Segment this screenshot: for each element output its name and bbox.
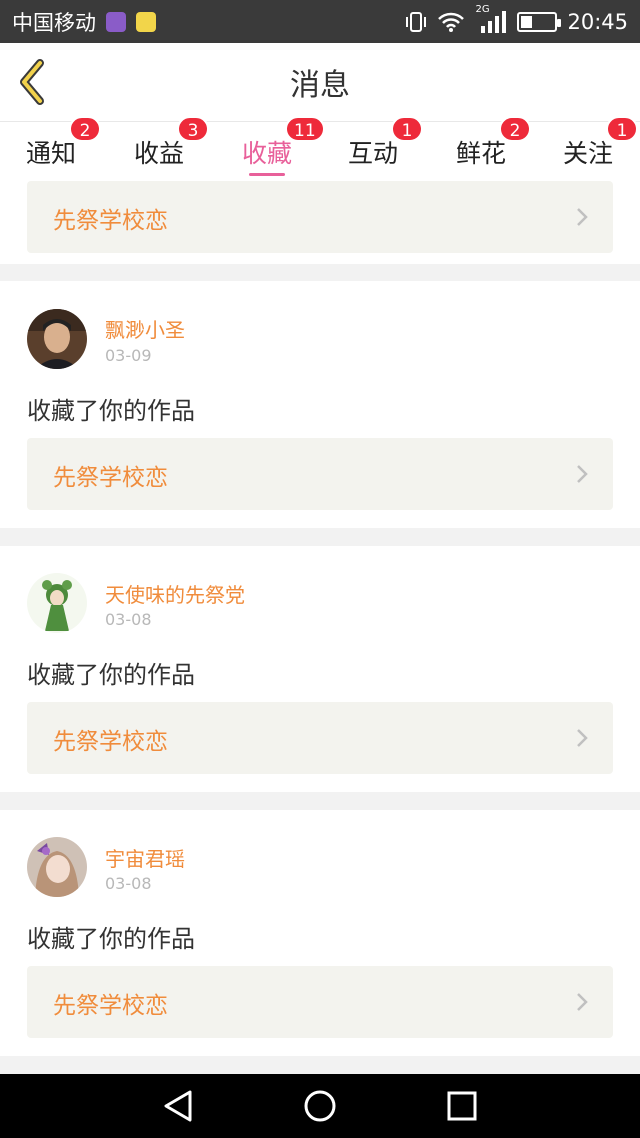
wifi-icon bbox=[438, 12, 465, 32]
tab-badge: 2 bbox=[499, 116, 531, 142]
username[interactable]: 宇宙君瑶 bbox=[105, 843, 185, 872]
tab-label: 收藏 bbox=[241, 139, 292, 168]
tab-interactions[interactable]: 互动 1 bbox=[347, 116, 423, 182]
work-title: 先祭学校恋 bbox=[53, 465, 168, 491]
nav-recents-icon[interactable] bbox=[444, 1088, 480, 1124]
tab-label: 互动 bbox=[347, 139, 398, 168]
network-type: 2G bbox=[475, 3, 490, 15]
tab-badge: 1 bbox=[391, 116, 423, 142]
chevron-right-icon bbox=[577, 729, 588, 747]
nav-home-icon[interactable] bbox=[302, 1088, 338, 1124]
avatar[interactable] bbox=[27, 573, 87, 633]
work-link[interactable]: 先祭学校恋 bbox=[27, 966, 613, 1038]
work-link[interactable]: 先祭学校恋 bbox=[27, 702, 613, 774]
favorites-list[interactable]: 先祭学校恋 飘渺小圣 03-09 收藏了你的作品 先祭学校恋 天使味的先祭党 0… bbox=[0, 181, 640, 1074]
tab-follows[interactable]: 关注 1 bbox=[562, 116, 638, 182]
chevron-right-icon bbox=[577, 465, 588, 483]
work-title: 先祭学校恋 bbox=[53, 208, 168, 234]
username[interactable]: 天使味的先祭党 bbox=[105, 579, 245, 608]
username[interactable]: 飘渺小圣 bbox=[105, 314, 185, 343]
action-text: 收藏了你的作品 bbox=[27, 397, 195, 425]
chat-notification-icon bbox=[136, 11, 156, 32]
tab-badge: 11 bbox=[285, 116, 325, 142]
avatar[interactable] bbox=[27, 837, 87, 897]
list-item: 宇宙君瑶 03-08 收藏了你的作品 先祭学校恋 bbox=[0, 810, 640, 1056]
system-navigation-bar bbox=[0, 1074, 640, 1138]
tab-earnings[interactable]: 收益 3 bbox=[133, 116, 209, 182]
back-arrow-icon[interactable] bbox=[14, 57, 54, 107]
list-item: 先祭学校恋 bbox=[0, 181, 640, 264]
list-item: 飘渺小圣 03-09 收藏了你的作品 先祭学校恋 bbox=[0, 281, 640, 528]
tab-badge: 2 bbox=[69, 116, 101, 142]
gallery-notification-icon bbox=[106, 11, 126, 32]
tab-bar: 通知 2 收益 3 收藏 11 互动 1 鲜花 2 关注 1 bbox=[0, 116, 640, 182]
work-title: 先祭学校恋 bbox=[53, 729, 168, 755]
chevron-right-icon bbox=[577, 993, 588, 1011]
work-link[interactable]: 先祭学校恋 bbox=[27, 181, 613, 253]
carrier-name: 中国移动 bbox=[12, 10, 96, 35]
tab-badge: 3 bbox=[177, 116, 209, 142]
vibrate-icon bbox=[406, 11, 427, 32]
signal-icon: 2G bbox=[475, 4, 507, 34]
tab-favorites[interactable]: 收藏 11 bbox=[241, 116, 325, 182]
timestamp: 03-08 bbox=[105, 874, 152, 893]
tab-notifications[interactable]: 通知 2 bbox=[25, 116, 101, 182]
avatar[interactable] bbox=[27, 309, 87, 369]
list-item: 天使味的先祭党 03-08 收藏了你的作品 先祭学校恋 bbox=[0, 546, 640, 792]
battery-icon bbox=[517, 11, 562, 32]
chevron-right-icon bbox=[577, 208, 588, 226]
tab-label: 收益 bbox=[133, 139, 184, 168]
tab-label: 鲜花 bbox=[455, 139, 506, 168]
work-link[interactable]: 先祭学校恋 bbox=[27, 438, 613, 510]
timestamp: 03-08 bbox=[105, 610, 152, 629]
tab-label: 关注 bbox=[562, 139, 613, 168]
work-title: 先祭学校恋 bbox=[53, 993, 168, 1019]
tab-badge: 1 bbox=[606, 116, 638, 142]
battery-level bbox=[521, 15, 533, 28]
timestamp: 03-09 bbox=[105, 346, 152, 365]
nav-back-icon[interactable] bbox=[160, 1088, 196, 1124]
tab-label: 通知 bbox=[25, 139, 76, 168]
active-tab-indicator bbox=[249, 173, 285, 176]
clock: 20:45 bbox=[567, 9, 628, 34]
app-header: 消息 bbox=[0, 43, 640, 121]
page-title: 消息 bbox=[290, 68, 350, 103]
action-text: 收藏了你的作品 bbox=[27, 925, 195, 953]
tab-flowers[interactable]: 鲜花 2 bbox=[455, 116, 531, 182]
status-bar: 中国移动 2G 20:45 bbox=[0, 0, 640, 43]
action-text: 收藏了你的作品 bbox=[27, 661, 195, 689]
